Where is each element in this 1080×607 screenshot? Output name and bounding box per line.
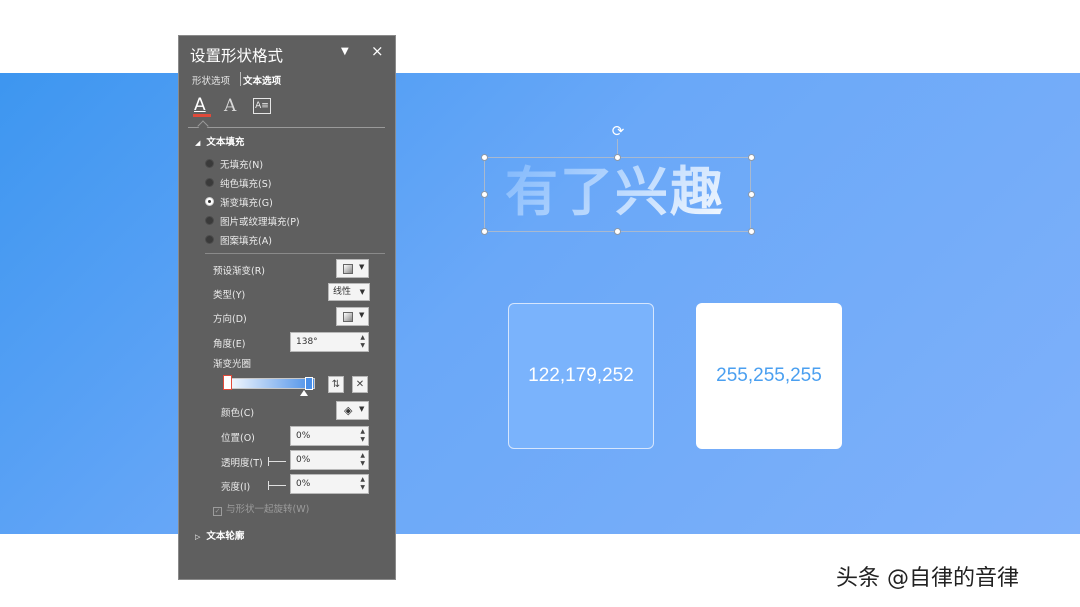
direction-label: 方向(D)	[213, 314, 247, 325]
radio-button-selected[interactable]	[205, 197, 214, 206]
remove-gradient-stop-button[interactable]: ✕	[352, 376, 368, 393]
color-label: 颜色(C)	[221, 408, 255, 419]
textbox-icon[interactable]: A≡	[253, 98, 271, 114]
tab-text-options[interactable]: 文本选项	[243, 73, 281, 87]
pane-title: 设置形状格式	[190, 47, 284, 65]
section-text-outline[interactable]: ▷ 文本轮廓	[195, 528, 244, 542]
section-text-fill[interactable]: ◢ 文本填充	[195, 134, 244, 148]
gradient-stop-handle-selected[interactable]	[223, 375, 232, 390]
text-fill-outline-icon[interactable]: A	[191, 95, 213, 118]
active-icon-tab-indicator	[197, 120, 209, 132]
checkbox-disabled[interactable]: ✓	[213, 507, 222, 516]
tab-shape-options[interactable]: 形状选项	[192, 73, 230, 87]
resize-handle-top-left[interactable]	[481, 154, 488, 161]
resize-handle-bottom-right[interactable]	[748, 228, 755, 235]
tab-separator	[240, 72, 241, 86]
preset-gradient-dropdown[interactable]: ▼	[336, 259, 369, 278]
spinner-arrows-icon[interactable]: ▲ ▼	[360, 428, 365, 444]
resize-handle-right[interactable]	[748, 191, 755, 198]
gradient-stops-label: 渐变光圈	[213, 359, 252, 370]
gradient-stop-handle[interactable]	[305, 377, 313, 390]
color-swatch-white[interactable]: 255,255,255	[696, 303, 842, 449]
transparency-label: 透明度(T)	[221, 458, 263, 469]
swatch-label: 255,255,255	[716, 365, 822, 386]
swatch-label: 122,179,252	[528, 365, 634, 386]
type-dropdown[interactable]: 线性 ▼	[328, 283, 370, 301]
add-gradient-stop-button[interactable]: ⇅	[328, 376, 344, 393]
divider	[205, 253, 385, 254]
chevron-down-icon: ▼	[359, 405, 365, 413]
resize-handle-top[interactable]	[614, 154, 621, 161]
gradient-stops-bar[interactable]	[223, 378, 315, 389]
color-swatch-light-blue[interactable]: 122,179,252	[508, 303, 654, 449]
type-label: 类型(Y)	[213, 290, 246, 301]
gradient-midpoint-marker[interactable]	[300, 390, 308, 396]
chevron-down-icon: ▼	[359, 311, 365, 319]
radio-button[interactable]	[205, 235, 214, 244]
rotate-handle-icon[interactable]: ⟳	[610, 123, 626, 139]
text-effects-icon[interactable]: A	[224, 96, 242, 118]
brightness-slider-icon[interactable]	[268, 481, 286, 490]
radio-button[interactable]	[205, 159, 214, 168]
preset-gradient-label: 预设渐变(R)	[213, 266, 266, 277]
transparency-spinner[interactable]: 0% ▲ ▼	[290, 450, 369, 470]
brightness-label: 亮度(I)	[221, 482, 251, 493]
chevron-down-icon: ▼	[359, 288, 365, 296]
resize-handle-left[interactable]	[481, 191, 488, 198]
radio-button[interactable]	[205, 216, 214, 225]
resize-handle-bottom-left[interactable]	[481, 228, 488, 235]
transparency-slider-icon[interactable]	[268, 457, 286, 466]
brightness-spinner[interactable]: 0% ▲ ▼	[290, 474, 369, 494]
spinner-arrows-icon[interactable]: ▲ ▼	[360, 452, 365, 468]
direction-dropdown[interactable]: ▼	[336, 307, 369, 326]
position-spinner[interactable]: 0% ▲ ▼	[290, 426, 369, 446]
collapse-triangle-icon: ◢	[195, 139, 201, 147]
watermark: 头条 @自律的音律	[836, 566, 1019, 591]
expand-triangle-icon: ▷	[195, 533, 201, 541]
angle-spinner[interactable]: 138° ▲ ▼	[290, 332, 369, 352]
icon-tab-divider	[188, 127, 385, 128]
pane-options-dropdown-icon[interactable]: ▼	[341, 46, 349, 57]
direction-preview-icon	[343, 312, 353, 322]
position-label: 位置(O)	[221, 433, 255, 444]
resize-handle-bottom[interactable]	[614, 228, 621, 235]
spinner-arrows-icon[interactable]: ▲ ▼	[360, 334, 365, 350]
spinner-arrows-icon[interactable]: ▲ ▼	[360, 476, 365, 492]
rotate-with-shape-checkbox-row[interactable]: ✓ 与形状一起旋转(W)	[213, 501, 309, 516]
resize-handle-top-right[interactable]	[748, 154, 755, 161]
radio-button[interactable]	[205, 178, 214, 187]
color-dropdown[interactable]: ◈ ▼	[336, 401, 369, 420]
chevron-down-icon: ▼	[359, 263, 365, 271]
paint-bucket-icon: ◈	[344, 404, 353, 417]
format-shape-pane: 设置形状格式 ▼ × 形状选项 文本选项 A A A≡ ◢ 文本填充 无填充(N)…	[178, 35, 396, 580]
hero-gradient-text[interactable]: 有了兴趣	[505, 160, 745, 226]
angle-label: 角度(E)	[213, 339, 246, 350]
gradient-preview-icon	[343, 264, 353, 274]
close-icon[interactable]: ×	[371, 42, 384, 60]
